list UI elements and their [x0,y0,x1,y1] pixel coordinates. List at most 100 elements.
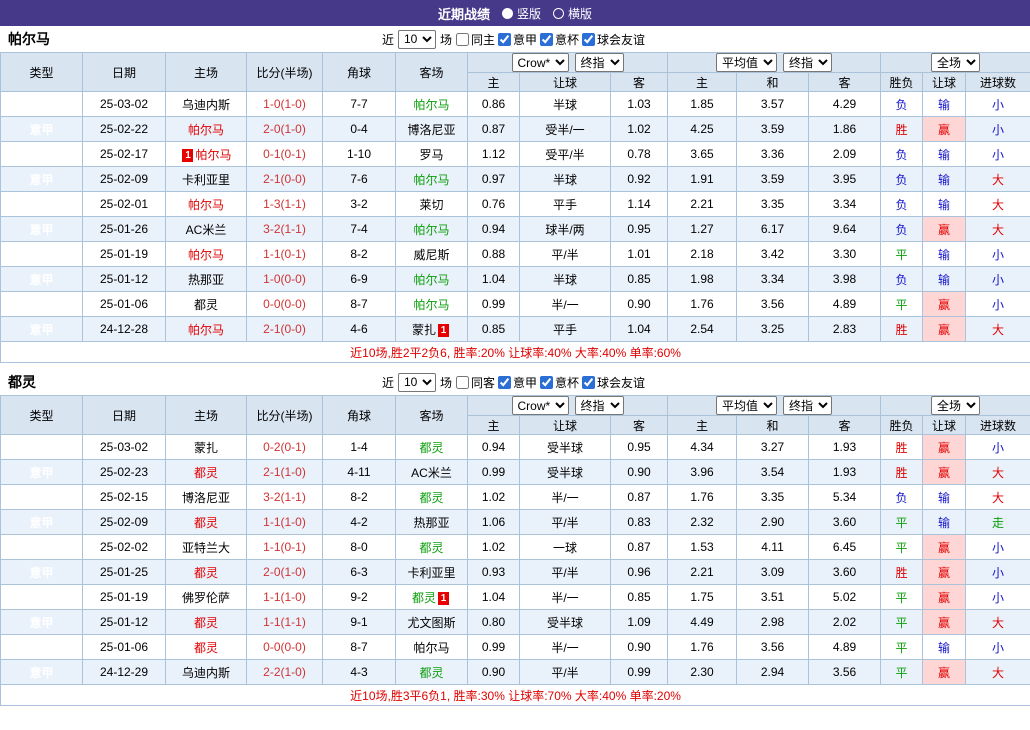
league-cell[interactable]: 意甲 [1,560,83,585]
filter-checkbox-option[interactable]: 同主 [456,31,495,48]
filter-checkbox[interactable] [540,33,553,46]
filter-checkbox-option[interactable]: 意杯 [540,374,579,391]
league-cell[interactable]: 意甲 [1,585,83,610]
team-link[interactable]: 乌迪内斯 [182,98,230,112]
league-cell[interactable]: 意甲 [1,610,83,635]
team-link[interactable]: 都灵 [194,466,218,480]
team-link[interactable]: 帕尔马 [188,123,224,137]
filter-checkbox[interactable] [582,376,595,389]
team-link[interactable]: 蒙扎 [194,441,218,455]
team-link[interactable]: AC米兰 [411,466,452,480]
radio-icon[interactable] [553,8,564,19]
team-link[interactable]: AC米兰 [186,223,227,237]
league-cell[interactable]: 意甲 [1,660,83,685]
team-link[interactable]: 都灵 [194,516,218,530]
team-link[interactable]: 帕尔马 [188,198,224,212]
home-team-cell: 帕尔马 [166,242,247,267]
final-odds-select-2[interactable]: 终指 [783,396,832,415]
league-cell[interactable]: 意甲 [1,485,83,510]
final-odds-select[interactable]: 终指 [575,53,624,72]
layout-radio[interactable]: 竖版 [502,5,541,22]
league-cell[interactable]: 意甲 [1,192,83,217]
league-cell[interactable]: 意甲 [1,267,83,292]
team-link[interactable]: 卡利亚里 [182,173,230,187]
filter-checkbox-option[interactable]: 意甲 [498,31,537,48]
filter-checkbox[interactable] [540,376,553,389]
team-link[interactable]: 尤文图斯 [407,616,455,630]
league-cell[interactable]: 意甲 [1,510,83,535]
team-link[interactable]: 莱切 [419,198,443,212]
team-link[interactable]: 帕尔马 [188,248,224,262]
col-header-date: 日期 [83,53,166,92]
team-link[interactable]: 罗马 [419,148,443,162]
full-match-select[interactable]: 全场 [931,396,980,415]
layout-radio[interactable]: 横版 [553,5,592,22]
match-count-select[interactable]: 10 [398,30,436,49]
team-link[interactable]: 博洛尼亚 [182,491,230,505]
team-link[interactable]: 都灵 [412,591,436,605]
filter-checkbox[interactable] [456,33,469,46]
filter-checkbox[interactable] [498,376,511,389]
league-cell[interactable]: 意甲 [1,635,83,660]
team-link[interactable]: 亚特兰大 [182,541,230,555]
league-cell[interactable]: 意甲 [1,535,83,560]
team-link[interactable]: 都灵 [194,566,218,580]
team-link[interactable]: 乌迪内斯 [182,666,230,680]
team-link[interactable]: 帕尔马 [413,223,449,237]
team-link[interactable]: 都灵 [419,666,443,680]
team-link[interactable]: 都灵 [419,541,443,555]
filter-checkbox-option[interactable]: 意杯 [540,31,579,48]
team-link[interactable]: 帕尔马 [188,323,224,337]
filter-checkbox-option[interactable]: 同客 [456,374,495,391]
team-link[interactable]: 热那亚 [188,273,224,287]
full-match-select[interactable]: 全场 [931,53,980,72]
filter-checkbox[interactable] [498,33,511,46]
average-odds-select[interactable]: 平均值 [716,53,777,72]
filter-checkbox[interactable] [582,33,595,46]
odds-provider-select[interactable]: Crow* [512,53,569,72]
team-link[interactable]: 帕尔马 [413,298,449,312]
league-cell[interactable]: 意甲 [1,435,83,460]
filter-checkbox[interactable] [456,376,469,389]
average-odds-select[interactable]: 平均值 [716,396,777,415]
table-row: 意甲 25-02-17 1帕尔马 0-1(0-1) 1-10 罗马 1.12 受… [1,142,1030,167]
league-cell[interactable]: 意甲 [1,242,83,267]
final-odds-select-2[interactable]: 终指 [783,53,832,72]
team-link[interactable]: 博洛尼亚 [407,123,455,137]
table-row: 意甲 25-01-06 都灵 0-0(0-0) 8-7 帕尔马 0.99 半/一… [1,635,1030,660]
team-link[interactable]: 都灵 [194,641,218,655]
team-link[interactable]: 都灵 [419,491,443,505]
team-link[interactable]: 都灵 [194,298,218,312]
league-cell[interactable]: 意甲 [1,292,83,317]
avg-home-cell: 1.76 [668,485,737,510]
team-link[interactable]: 帕尔马 [413,641,449,655]
league-cell[interactable]: 意甲 [1,217,83,242]
team-link[interactable]: 卡利亚里 [407,566,455,580]
team-link[interactable]: 都灵 [419,441,443,455]
league-cell[interactable]: 意甲 [1,142,83,167]
team-link[interactable]: 帕尔马 [413,173,449,187]
league-cell[interactable]: 意甲 [1,460,83,485]
team-link[interactable]: 帕尔马 [195,148,231,162]
league-cell[interactable]: 意甲 [1,117,83,142]
team-link[interactable]: 热那亚 [413,516,449,530]
match-count-select[interactable]: 10 [398,373,436,392]
team-link[interactable]: 帕尔马 [413,273,449,287]
handicap-result-cell: 输 [923,192,966,217]
league-cell[interactable]: 意甲 [1,167,83,192]
odds-provider-select[interactable]: Crow* [512,396,569,415]
team-link[interactable]: 威尼斯 [413,248,449,262]
radio-icon[interactable] [502,8,513,19]
team-link[interactable]: 帕尔马 [413,98,449,112]
avg-away-cell: 2.09 [809,142,881,167]
league-cell[interactable]: 意甲 [1,317,83,342]
team-link[interactable]: 佛罗伦萨 [182,591,230,605]
filter-checkbox-option[interactable]: 意甲 [498,374,537,391]
team-link[interactable]: 蒙扎 [412,323,436,337]
away-team-cell: 帕尔马 [396,267,468,292]
team-link[interactable]: 都灵 [194,616,218,630]
filter-checkbox-option[interactable]: 球会友谊 [582,374,645,391]
league-cell[interactable]: 意甲 [1,92,83,117]
final-odds-select[interactable]: 终指 [575,396,624,415]
filter-checkbox-option[interactable]: 球会友谊 [582,31,645,48]
